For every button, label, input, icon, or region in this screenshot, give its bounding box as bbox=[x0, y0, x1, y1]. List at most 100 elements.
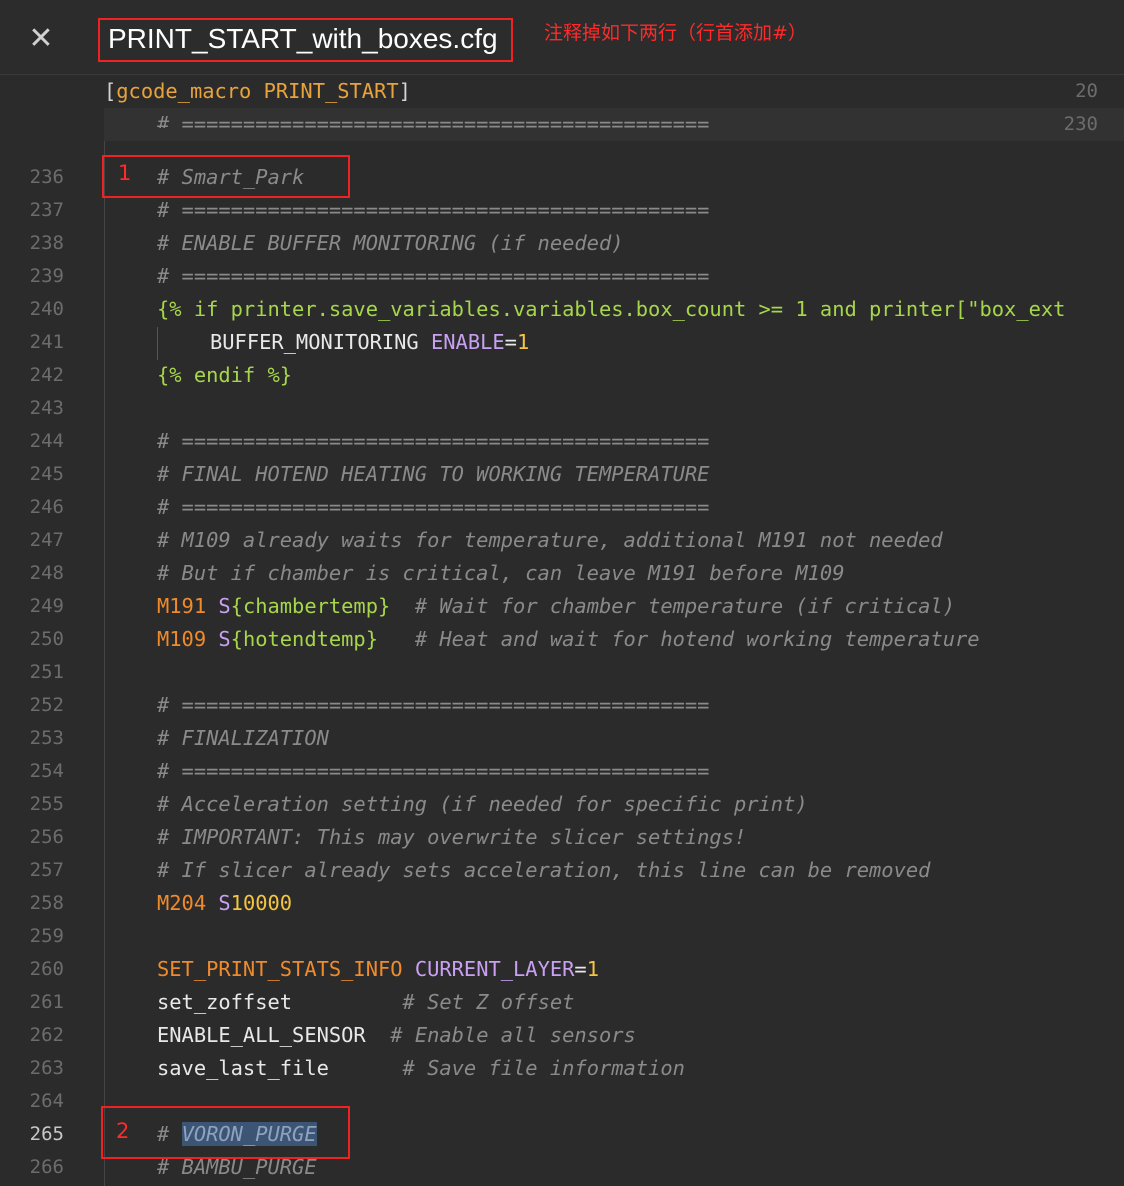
gcode-parameter: ENABLE bbox=[430, 330, 505, 354]
line-number: 239 bbox=[29, 265, 64, 287]
line-number: 20 bbox=[1075, 80, 1098, 102]
line-number: 264 bbox=[29, 1090, 64, 1112]
line-number: 246 bbox=[29, 496, 64, 518]
file-title: PRINT_START_with_boxes.cfg bbox=[108, 23, 498, 54]
inline-comment: # Save file information bbox=[402, 1056, 685, 1080]
macro-call: set_zoffset bbox=[157, 990, 293, 1014]
line-number: 242 bbox=[29, 364, 64, 386]
gcode-parameter: S bbox=[218, 594, 231, 618]
code-line[interactable]: # If slicer already sets acceleration, t… bbox=[157, 854, 930, 887]
code-line[interactable]: {% endif %} bbox=[157, 359, 292, 392]
code-area[interactable]: # Smart_Park # ==========================… bbox=[104, 75, 1124, 1186]
close-icon[interactable]: ✕ bbox=[26, 24, 56, 54]
numeric-value: 1 bbox=[586, 957, 599, 981]
numeric-value: 1 bbox=[516, 330, 530, 354]
comment-text: # ======================================… bbox=[157, 693, 710, 717]
tab-bar: ✕ PRINT_START_with_boxes.cfg 注释掉如下两行（行首添… bbox=[0, 0, 1124, 75]
marker-box-2 bbox=[101, 1106, 350, 1159]
template-variable: {hotendtemp} bbox=[230, 627, 378, 651]
line-number: 257 bbox=[29, 859, 64, 881]
annotation-note: 注释掉如下两行（行首添加#） bbox=[544, 22, 807, 44]
comment-text: # Acceleration setting (if needed for sp… bbox=[157, 792, 808, 816]
code-line[interactable]: # ======================================… bbox=[157, 194, 709, 227]
gcode-command: M204 bbox=[157, 891, 207, 915]
code-line[interactable]: {% if printer.save_variables.variables.b… bbox=[157, 293, 1065, 326]
inline-comment: # Wait for chamber temperature (if criti… bbox=[414, 594, 955, 618]
line-number: 251 bbox=[29, 661, 64, 683]
comment-text: # FINALIZATION bbox=[157, 726, 329, 750]
line-number: 237 bbox=[29, 199, 64, 221]
marker-number-2: 2 bbox=[116, 1119, 130, 1143]
code-line[interactable]: # M109 already waits for temperature, ad… bbox=[157, 524, 943, 557]
comment-text: # ======================================… bbox=[157, 198, 710, 222]
line-number: 261 bbox=[29, 991, 64, 1013]
comment-text: # FINAL HOTEND HEATING TO WORKING TEMPER… bbox=[157, 462, 710, 486]
line-number: 263 bbox=[29, 1057, 64, 1079]
macro-call: ENABLE_ALL_SENSOR bbox=[157, 1023, 366, 1047]
comment-text: # ======================================… bbox=[157, 495, 710, 519]
code-line[interactable]: # But if chamber is critical, can leave … bbox=[157, 557, 844, 590]
equals-sign: = bbox=[504, 330, 517, 354]
line-number: 243 bbox=[29, 397, 64, 419]
gcode-command: BUFFER_MONITORING bbox=[210, 330, 419, 354]
comment-text: # But if chamber is critical, can leave … bbox=[157, 561, 845, 585]
code-line[interactable]: M191 S{chambertemp} # Wait for chamber t… bbox=[157, 590, 955, 623]
comment-text: # ======================================… bbox=[157, 429, 710, 453]
comment-text: # IMPORTANT: This may overwrite slicer s… bbox=[157, 825, 747, 849]
line-number: 265 bbox=[29, 1123, 64, 1145]
jinja-statement: {% endif %} bbox=[157, 363, 293, 387]
code-line[interactable]: SET_PRINT_STATS_INFO CURRENT_LAYER=1 bbox=[157, 953, 599, 986]
code-line[interactable]: ENABLE_ALL_SENSOR # Enable all sensors bbox=[157, 1019, 636, 1052]
gcode-command: M191 bbox=[157, 594, 207, 618]
code-line[interactable]: # Acceleration setting (if needed for sp… bbox=[157, 788, 808, 821]
marker-number-1: 1 bbox=[118, 161, 132, 185]
code-line[interactable]: # ======================================… bbox=[157, 491, 709, 524]
code-line[interactable]: BUFFER_MONITORING ENABLE=1 bbox=[210, 326, 529, 359]
line-number: 247 bbox=[29, 529, 64, 551]
line-number: 238 bbox=[29, 232, 64, 254]
line-number: 262 bbox=[29, 1024, 64, 1046]
code-line[interactable]: M109 S{hotendtemp} # Heat and wait for h… bbox=[157, 623, 980, 656]
comment-text: # M109 already waits for temperature, ad… bbox=[157, 528, 943, 552]
gcode-command: M109 bbox=[157, 627, 207, 651]
numeric-value: 10000 bbox=[230, 891, 293, 915]
inline-comment: # Set Z offset bbox=[402, 990, 575, 1014]
template-variable: {chambertemp} bbox=[230, 594, 391, 618]
comment-text: # ======================================… bbox=[157, 264, 710, 288]
line-number: 230 bbox=[1063, 113, 1098, 135]
line-gutter: 236 237 238 239 240 241 242 243 244 245 246 247 248 2… bbox=[0, 75, 90, 1186]
code-line[interactable]: save_last_file # Save file information bbox=[157, 1052, 685, 1085]
inline-comment: # Heat and wait for hotend working tempe… bbox=[414, 627, 980, 651]
line-number: 244 bbox=[29, 430, 64, 452]
code-line[interactable]: # FINALIZATION bbox=[157, 722, 329, 755]
line-number: 240 bbox=[29, 298, 64, 320]
code-line[interactable]: # ======================================… bbox=[157, 689, 709, 722]
line-number: 260 bbox=[29, 958, 64, 980]
equals-sign: = bbox=[574, 957, 587, 981]
line-number: 236 bbox=[29, 166, 64, 188]
line-number: 250 bbox=[29, 628, 64, 650]
code-line[interactable]: # ======================================… bbox=[157, 260, 709, 293]
code-line[interactable]: set_zoffset # Set Z offset bbox=[157, 986, 574, 1019]
code-line[interactable]: M204 S10000 bbox=[157, 887, 292, 920]
line-number: 255 bbox=[29, 793, 64, 815]
code-line[interactable]: # IMPORTANT: This may overwrite slicer s… bbox=[157, 821, 746, 854]
marker-box-1 bbox=[102, 155, 350, 198]
code-editor[interactable]: 235 # G0 X260 Y5 F30000 # Move to start … bbox=[0, 75, 1124, 1186]
gcode-parameter: S bbox=[218, 891, 231, 915]
line-number: 258 bbox=[29, 892, 64, 914]
code-line[interactable]: # ======================================… bbox=[157, 755, 709, 788]
line-number: 252 bbox=[29, 694, 64, 716]
code-line[interactable]: # ENABLE BUFFER MONITORING (if needed) bbox=[157, 227, 624, 260]
gcode-command: SET_PRINT_STATS_INFO bbox=[157, 957, 403, 981]
jinja-statement: {% if printer.save_variables.variables.b… bbox=[157, 297, 1066, 321]
code-line[interactable]: # ======================================… bbox=[157, 425, 709, 458]
line-number: 241 bbox=[29, 331, 64, 353]
sticky-scroll: 20 [gcode_macro PRINT_START] 230 # =====… bbox=[0, 75, 1124, 141]
line-number: 254 bbox=[29, 760, 64, 782]
sticky-section-line[interactable]: [gcode_macro PRINT_START] bbox=[104, 75, 411, 108]
line-number: 253 bbox=[29, 727, 64, 749]
code-line[interactable]: # FINAL HOTEND HEATING TO WORKING TEMPER… bbox=[157, 458, 709, 491]
macro-call: save_last_file bbox=[157, 1056, 329, 1080]
sticky-comment-line[interactable]: # ======================================… bbox=[157, 108, 709, 128]
